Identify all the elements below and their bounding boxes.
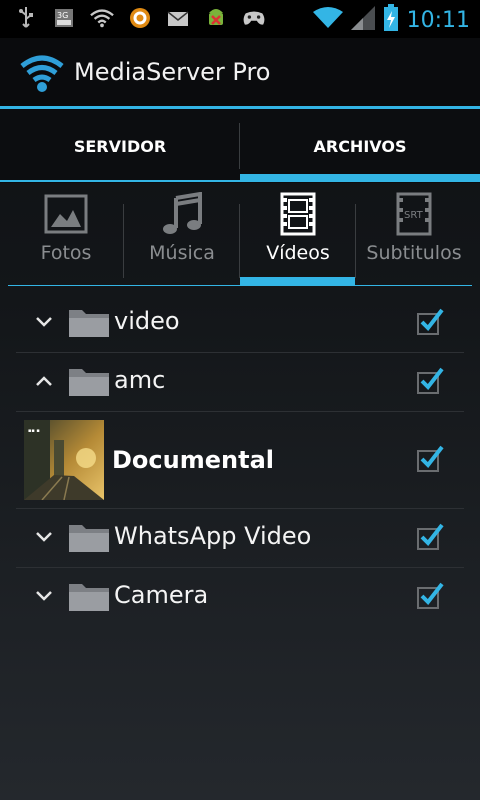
svg-text:3G: 3G <box>57 11 68 20</box>
battery-charging-icon <box>383 4 399 36</box>
cell-signal-icon <box>350 6 375 34</box>
android-warning-icon <box>204 6 228 30</box>
svg-text:▪▪ ▪: ▪▪ ▪ <box>28 428 40 434</box>
chevron-down-icon[interactable] <box>34 314 54 330</box>
film-strip-icon <box>276 192 320 236</box>
checkbox[interactable] <box>416 445 444 473</box>
list-item-video[interactable]: video <box>16 294 464 353</box>
folder-icon <box>68 523 110 553</box>
tab-fotos-label: Fotos <box>40 242 92 264</box>
tab-subtitulos[interactable]: SRT Subtitulos <box>356 184 472 286</box>
mail-icon <box>166 6 190 30</box>
folder-name: video <box>114 307 180 335</box>
checkbox[interactable] <box>416 367 444 395</box>
tab-selected-indicator <box>240 174 480 182</box>
tab-archivos-label: ARCHIVOS <box>313 136 407 156</box>
category-tab-bar: Fotos Música Vídeos SRT Subtitulos <box>8 184 472 286</box>
orange-app-icon <box>128 6 152 30</box>
file-list: video amc ▪▪ ▪ Documental WhatsApp Video… <box>16 294 464 626</box>
gamepad-icon <box>242 6 266 30</box>
checkbox[interactable] <box>416 523 444 551</box>
checkbox[interactable] <box>416 308 444 336</box>
video-thumbnail: ▪▪ ▪ <box>24 420 104 500</box>
tab-subtitulos-label: Subtitulos <box>366 242 462 264</box>
clock: 10:11 <box>406 7 470 33</box>
checkbox[interactable] <box>416 582 444 610</box>
tab-underline <box>0 180 240 182</box>
wifi-signal-icon <box>312 6 343 34</box>
tab-servidor-label: SERVIDOR <box>73 136 167 156</box>
chevron-up-icon[interactable] <box>34 373 54 389</box>
folder-name: WhatsApp Video <box>114 522 312 550</box>
srt-icon: SRT <box>392 192 436 236</box>
action-bar: MediaServer Pro <box>0 38 480 106</box>
tab-fotos[interactable]: Fotos <box>8 184 124 286</box>
folder-name: Camera <box>114 581 209 609</box>
wifi-logo-icon[interactable] <box>20 52 64 96</box>
music-note-icon <box>160 191 204 236</box>
list-item-camera[interactable]: Camera <box>16 568 464 626</box>
app-title: MediaServer Pro <box>74 58 271 86</box>
photo-icon <box>44 192 88 236</box>
tab-musica[interactable]: Música <box>124 184 240 286</box>
list-item-amc[interactable]: amc <box>16 353 464 412</box>
list-item-documental[interactable]: ▪▪ ▪ Documental <box>16 412 464 509</box>
tab-videos-label: Vídeos <box>266 242 330 264</box>
category-underline <box>8 285 472 286</box>
tab-videos[interactable]: Vídeos <box>240 184 356 286</box>
folder-icon <box>68 367 110 397</box>
file-name: Documental <box>112 446 274 474</box>
list-item-whatsapp-video[interactable]: WhatsApp Video <box>16 509 464 568</box>
chevron-down-icon[interactable] <box>34 529 54 545</box>
tab-musica-label: Música <box>149 242 215 264</box>
3g-icon: 3G <box>52 6 76 30</box>
category-selected-indicator <box>240 277 355 285</box>
folder-icon <box>68 308 110 338</box>
tab-archivos[interactable]: ARCHIVOS <box>240 109 480 183</box>
status-bar: 3G 10:11 <box>0 0 480 38</box>
main-tab-bar: SERVIDOR ARCHIVOS <box>0 109 480 183</box>
svg-text:SRT: SRT <box>404 210 424 221</box>
chevron-down-icon[interactable] <box>34 588 54 604</box>
tab-servidor[interactable]: SERVIDOR <box>0 109 240 183</box>
folder-name: amc <box>114 366 166 394</box>
wifi-icon <box>90 6 114 30</box>
usb-icon <box>14 6 38 30</box>
folder-icon <box>68 582 110 612</box>
